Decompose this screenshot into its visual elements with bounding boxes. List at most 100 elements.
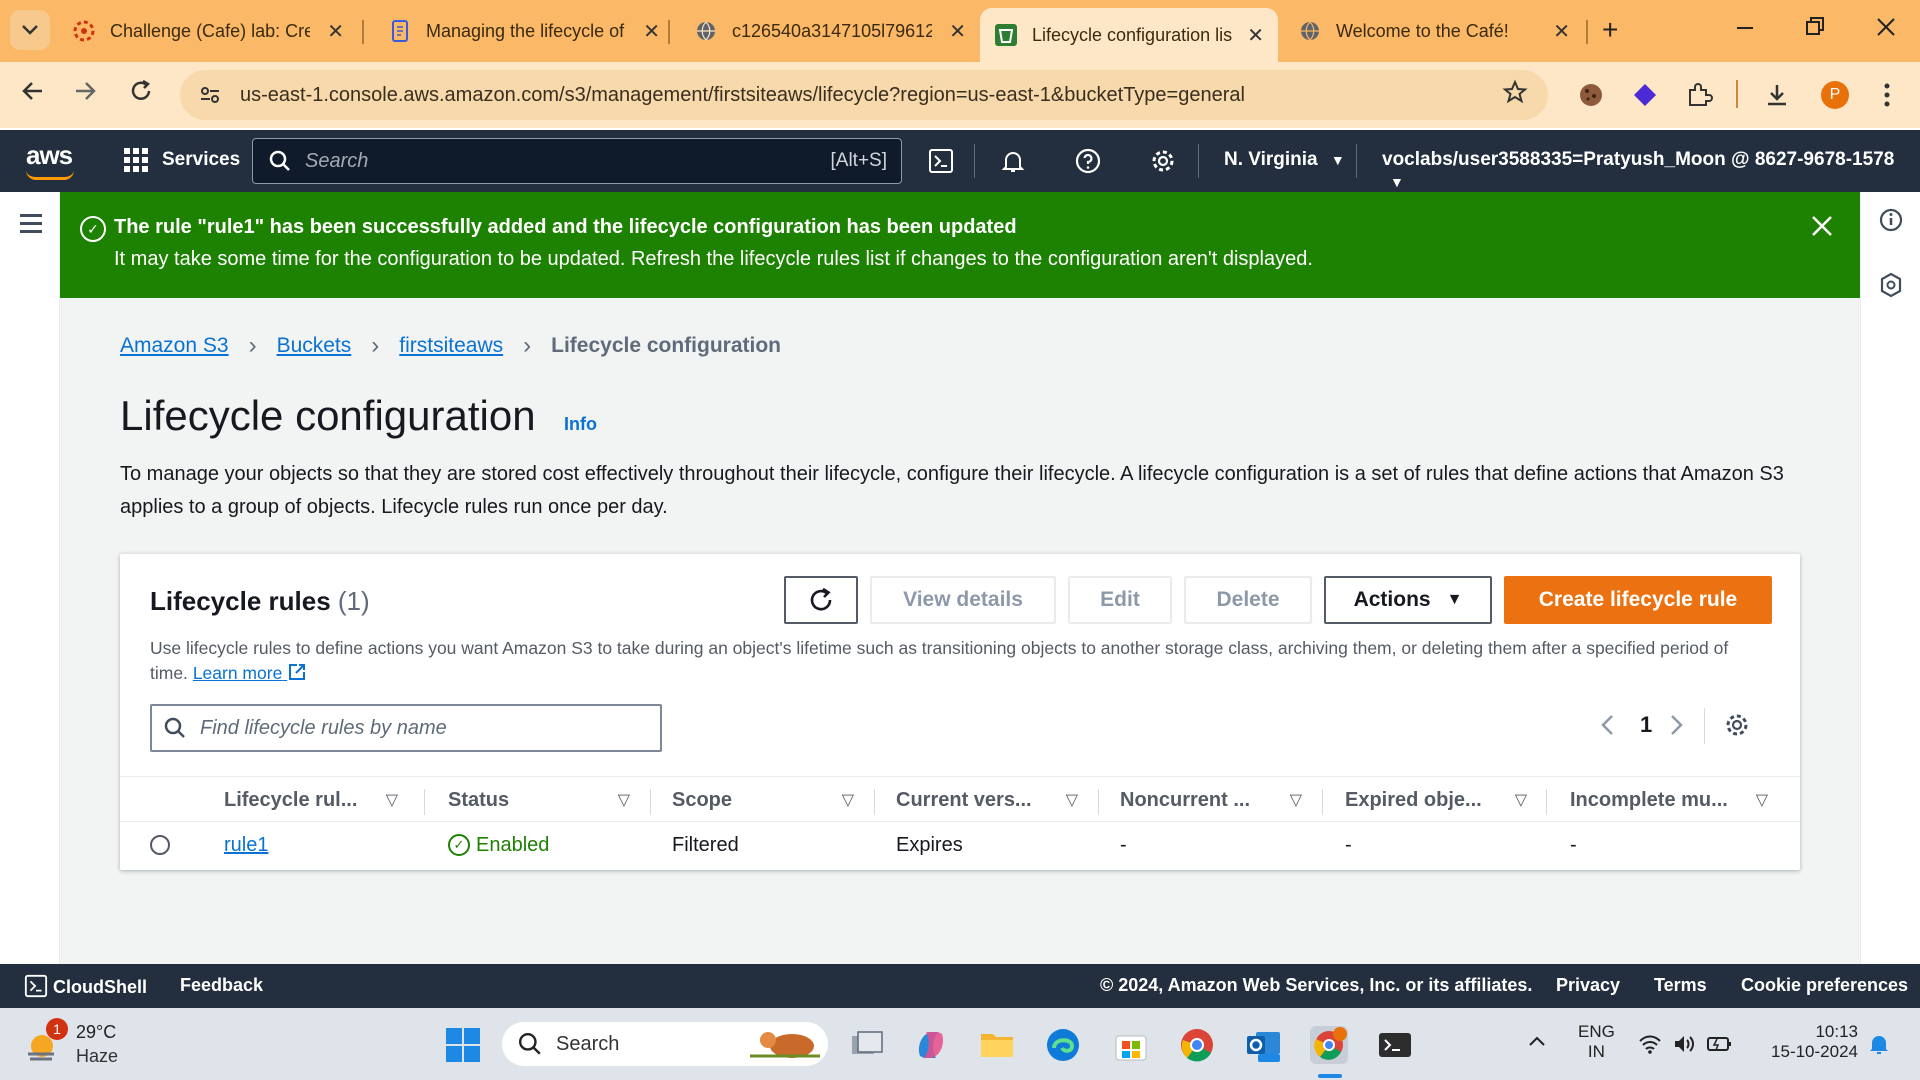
sort-caret-icon[interactable]: ▽ [842, 790, 854, 810]
privacy-link[interactable]: Privacy [1556, 975, 1620, 996]
download-icon[interactable] [1762, 80, 1792, 110]
tab-challenge-lab[interactable]: Challenge (Cafe) lab: Crea ✕ [58, 8, 358, 54]
cloudshell-footer-button[interactable]: CloudShell [24, 974, 147, 998]
microsoft-store-icon[interactable] [1112, 1026, 1150, 1064]
hexagon-tools-icon[interactable] [1879, 272, 1903, 303]
sort-caret-icon[interactable]: ▽ [1066, 790, 1078, 810]
close-icon[interactable]: ✕ [949, 19, 966, 44]
reload-button[interactable] [128, 78, 154, 111]
column-header-noncurrent[interactable]: Noncurrent ... ▽ [1120, 777, 1302, 823]
column-divider[interactable] [1546, 789, 1547, 815]
notifications-bell-icon[interactable] [998, 146, 1028, 176]
column-header-rule-name[interactable]: Lifecycle rul... ▽ [224, 777, 398, 823]
puzzle-extensions-icon[interactable] [1684, 80, 1714, 110]
url-bar[interactable]: us-east-1.console.aws.amazon.com/s3/mana… [180, 70, 1548, 120]
aws-search-input[interactable]: Search [Alt+S] [252, 138, 902, 184]
tab-search-button[interactable] [10, 10, 50, 50]
notifications-bell-icon[interactable] [1868, 1032, 1890, 1061]
column-header-scope[interactable]: Scope ▽ [672, 777, 854, 823]
next-page-button[interactable] [1670, 714, 1684, 742]
close-icon[interactable]: ✕ [1553, 19, 1570, 44]
chrome-icon[interactable] [1178, 1026, 1216, 1064]
terms-link[interactable]: Terms [1654, 975, 1707, 996]
tab-welcome-cafe[interactable]: Welcome to the Café! ✕ [1284, 8, 1584, 54]
column-header-incomplete-multipart[interactable]: Incomplete mu... ▽ [1570, 777, 1768, 823]
restore-button[interactable] [1806, 12, 1824, 48]
cloudshell-icon[interactable] [926, 146, 956, 176]
kebab-menu-icon[interactable] [1872, 80, 1902, 110]
column-divider[interactable] [424, 789, 425, 815]
language-indicator[interactable]: ENG IN [1578, 1022, 1615, 1062]
windows-start-icon[interactable] [444, 1026, 482, 1064]
page-number[interactable]: 1 [1640, 712, 1652, 738]
sort-caret-icon[interactable]: ▽ [618, 790, 630, 810]
dismiss-flash-button[interactable] [1810, 212, 1834, 246]
tab-c126540[interactable]: c126540a3147105l79612 ✕ [680, 8, 980, 54]
info-panel-icon[interactable] [1879, 208, 1903, 237]
actions-dropdown-button[interactable]: Actions ▼ [1324, 576, 1492, 624]
column-header-status[interactable]: Status ▽ [448, 777, 630, 823]
file-explorer-icon[interactable] [978, 1026, 1016, 1064]
new-tab-button[interactable]: + [1602, 14, 1618, 46]
copilot-icon[interactable] [912, 1026, 950, 1064]
volume-icon[interactable] [1672, 1032, 1696, 1061]
outlook-new-icon[interactable] [1244, 1026, 1282, 1064]
row-select-radio[interactable] [150, 822, 170, 868]
rule-name-link[interactable]: rule1 [224, 822, 268, 868]
minimize-button[interactable] [1736, 12, 1754, 48]
column-header-current-version[interactable]: Current vers... ▽ [896, 777, 1078, 823]
edge-browser-icon[interactable] [1044, 1026, 1082, 1064]
back-button[interactable] [20, 78, 46, 111]
taskbar-search-input[interactable]: Search [502, 1022, 828, 1066]
aws-logo[interactable]: aws [26, 140, 73, 171]
column-divider[interactable] [650, 789, 651, 815]
learn-more-link[interactable]: Learn more [193, 663, 307, 683]
previous-page-button[interactable] [1600, 714, 1614, 742]
show-hidden-icons-chevron-icon[interactable] [1528, 1034, 1546, 1053]
services-menu-button[interactable]: Services [124, 148, 240, 172]
delete-button[interactable]: Delete [1184, 576, 1312, 624]
sort-caret-icon[interactable]: ▽ [1756, 790, 1768, 810]
info-link[interactable]: Info [564, 414, 597, 435]
feedback-link[interactable]: Feedback [180, 975, 263, 996]
view-details-button[interactable]: View details [870, 576, 1056, 624]
column-divider[interactable] [1322, 789, 1323, 815]
chrome-profile-active-icon[interactable] [1310, 1026, 1348, 1064]
hamburger-menu-icon[interactable] [20, 214, 42, 238]
close-icon[interactable]: ✕ [643, 19, 660, 44]
radio-button[interactable] [150, 835, 170, 855]
clock[interactable]: 10:13 15-10-2024 [1758, 1022, 1858, 1062]
profile-avatar[interactable]: P [1821, 81, 1849, 109]
sort-caret-icon[interactable]: ▽ [1290, 790, 1302, 810]
task-view-icon[interactable] [848, 1026, 886, 1064]
purple-extension-icon[interactable] [1630, 80, 1660, 110]
tab-lifecycle-configuration[interactable]: Lifecycle configuration lis ✕ [980, 8, 1278, 62]
column-divider[interactable] [1098, 789, 1099, 815]
battery-icon[interactable] [1706, 1032, 1732, 1061]
cookie-extension-icon[interactable] [1576, 80, 1606, 110]
refresh-button[interactable] [784, 576, 858, 624]
region-selector[interactable]: N. Virginia ▼ [1224, 149, 1345, 171]
close-window-button[interactable] [1876, 12, 1896, 48]
forward-button[interactable] [72, 78, 98, 111]
wifi-icon[interactable] [1638, 1032, 1662, 1061]
settings-gear-icon[interactable] [1148, 146, 1178, 176]
site-info-icon[interactable] [198, 83, 222, 107]
terminal-icon[interactable] [1376, 1026, 1414, 1064]
tab-managing-lifecycle[interactable]: Managing the lifecycle of ✕ [374, 8, 674, 54]
sort-caret-icon[interactable]: ▽ [1515, 790, 1527, 810]
column-header-expired-objects[interactable]: Expired obje... ▽ [1345, 777, 1527, 823]
edit-button[interactable]: Edit [1068, 576, 1172, 624]
create-lifecycle-rule-button[interactable]: Create lifecycle rule [1504, 576, 1772, 624]
breadcrumb-buckets[interactable]: Buckets [277, 334, 352, 358]
close-icon[interactable]: ✕ [327, 19, 344, 44]
cookie-preferences-link[interactable]: Cookie preferences [1741, 975, 1908, 996]
bookmark-star-icon[interactable] [1502, 78, 1528, 112]
help-icon[interactable] [1073, 146, 1103, 176]
breadcrumb-bucket[interactable]: firstsiteaws [399, 334, 503, 358]
table-preferences-button[interactable] [1724, 712, 1750, 744]
sort-caret-icon[interactable]: ▽ [386, 790, 398, 810]
rules-filter-input[interactable]: Find lifecycle rules by name [150, 704, 662, 752]
close-icon[interactable]: ✕ [1247, 23, 1264, 48]
column-divider[interactable] [874, 789, 875, 815]
